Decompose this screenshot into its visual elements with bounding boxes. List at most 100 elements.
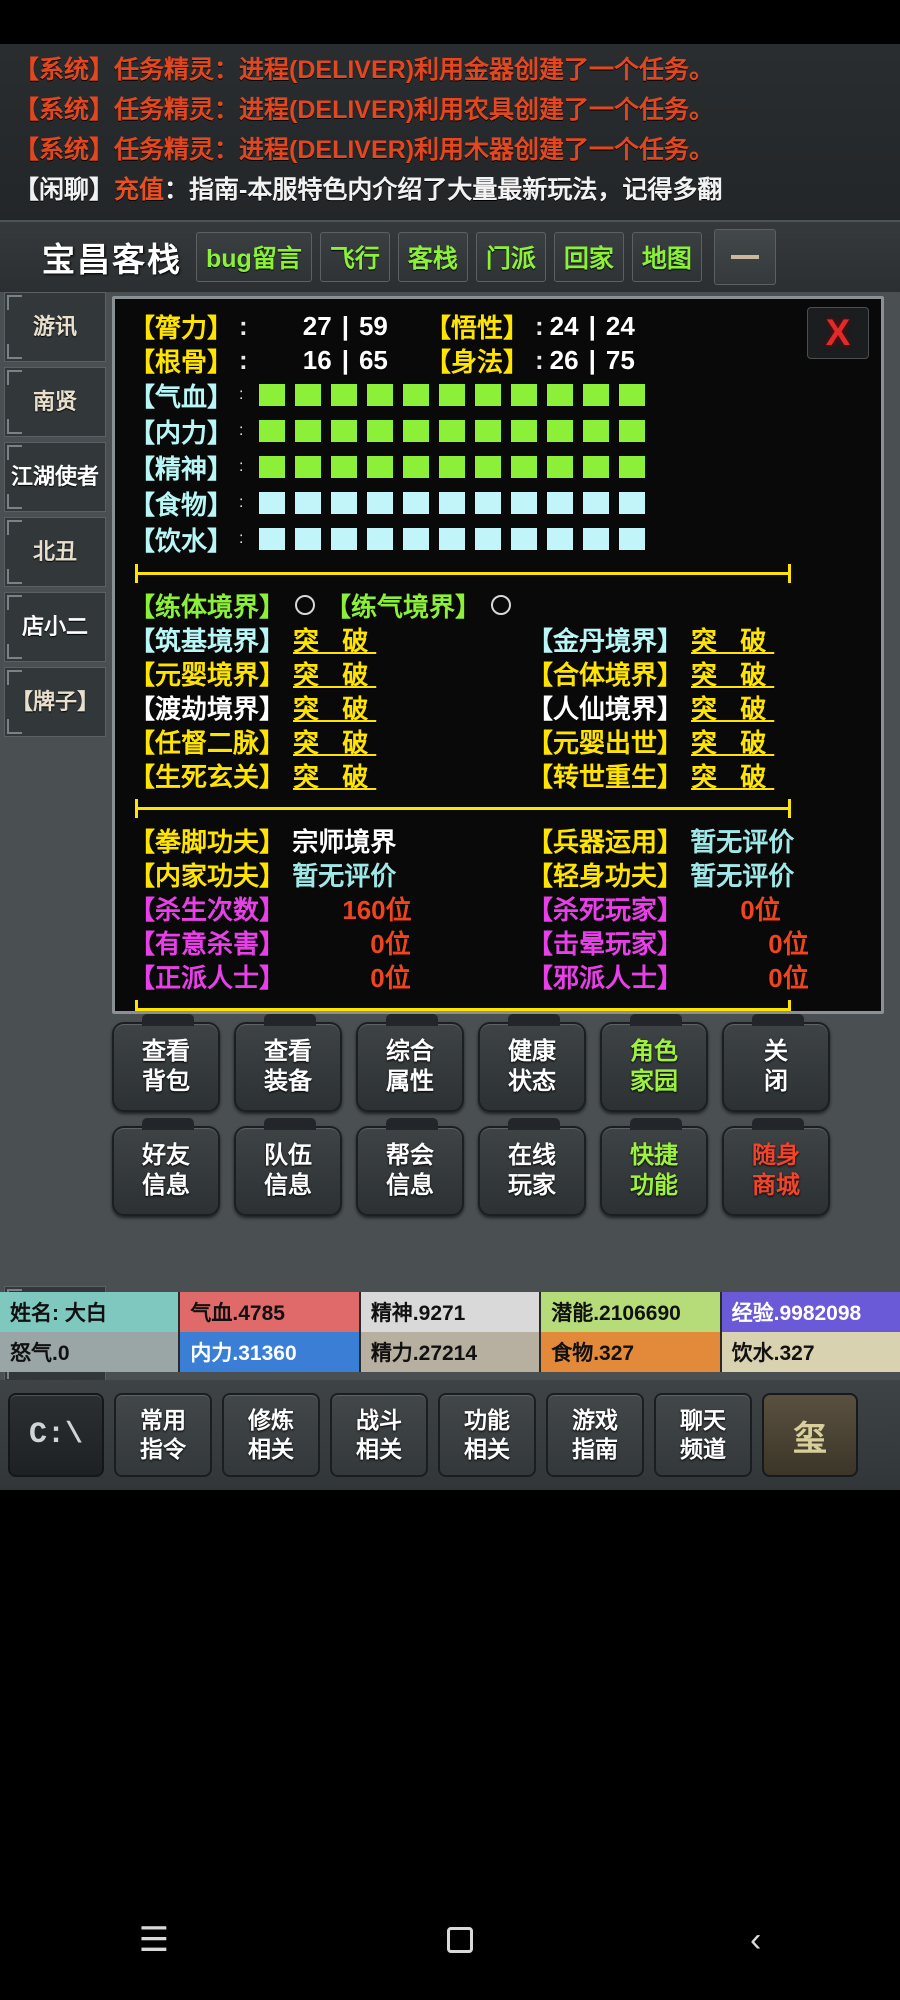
- button-health-status[interactable]: 健康 状态: [478, 1014, 586, 1112]
- sidebar-item-beichou[interactable]: 北丑: [4, 517, 106, 587]
- attr-label-strength: 【膂力】: [129, 312, 234, 343]
- breakthrough-button-renxian[interactable]: 突 破: [691, 694, 774, 724]
- nav-button-bug[interactable]: bug留言: [196, 232, 312, 282]
- menu-icon[interactable]: ☰: [139, 1923, 169, 1957]
- bar-block: [475, 492, 502, 514]
- sidebar-item-youxun[interactable]: 游讯: [4, 292, 106, 362]
- breakthrough-button-rendu[interactable]: 突 破: [293, 728, 376, 758]
- cmd-line2: 相关: [356, 1436, 402, 1462]
- attr-value-constitution-max: 65: [358, 344, 388, 375]
- kungfu-label-fist: 【拳脚功夫】: [129, 826, 286, 857]
- status-chip-hp[interactable]: 气血.4785: [180, 1292, 361, 1332]
- status-chip-spirit[interactable]: 精神.9271: [360, 1292, 542, 1332]
- cmd-button-functions[interactable]: 功能 相关: [438, 1393, 536, 1477]
- cmd-button-combat[interactable]: 战斗 相关: [330, 1393, 428, 1477]
- kungfu-label-internal: 【内家功夫】: [129, 860, 286, 891]
- chat-tag: 【系统】: [14, 56, 115, 84]
- minimize-button[interactable]: [713, 229, 776, 285]
- status-chip-exp[interactable]: 经验.9982098: [721, 1292, 900, 1332]
- bar-block: [295, 528, 322, 550]
- status-chip-anger[interactable]: 怒气.0: [0, 1332, 181, 1372]
- console-icon[interactable]: C:\: [8, 1393, 104, 1477]
- button-online-players[interactable]: 在线 玩家: [478, 1118, 586, 1216]
- chat-log[interactable]: 【系统】任务精灵：进程(DELIVER)利用金器创建了一个任务。 【系统】任务精…: [0, 44, 900, 220]
- button-portable-shop[interactable]: 随身 商城: [722, 1118, 830, 1216]
- bar-block: [547, 492, 574, 514]
- bar-row-food: 【食物】:: [129, 485, 881, 521]
- attr-value-wisdom-max: 24: [605, 310, 635, 341]
- game-logo-icon[interactable]: 玺: [762, 1393, 858, 1477]
- status-chip-food[interactable]: 食物.327: [541, 1332, 722, 1372]
- sidebar-item-sign[interactable]: 【牌子】: [4, 667, 106, 737]
- realm-label-lianti[interactable]: 【练体境界】: [129, 587, 285, 624]
- attribute-row: 【根骨】: 16 | 65 【身法】: 26 | 75: [129, 343, 881, 377]
- android-navbar: ☰ ‹: [0, 1880, 900, 2000]
- sidebar-item-shopkeeper[interactable]: 店小二: [4, 592, 106, 662]
- button-friend-info[interactable]: 好友 信息: [112, 1118, 220, 1216]
- bar-block: [439, 384, 466, 406]
- chat-text: 进程(DELIVER)利用农具创建了一个任务。: [239, 96, 715, 124]
- kungfu-value-weapon: 暂无评价: [690, 826, 795, 857]
- nav-button-sect[interactable]: 门派: [475, 232, 546, 282]
- bar-label-water: 【饮水】: [129, 525, 234, 556]
- status-chip-energy[interactable]: 精力.27214: [360, 1332, 542, 1372]
- attr-colon: :: [534, 310, 544, 341]
- breakthrough-button-yuanying[interactable]: 突 破: [293, 660, 376, 690]
- back-icon[interactable]: ‹: [750, 1923, 761, 1957]
- cmd-line1: 聊天: [680, 1407, 726, 1433]
- bar-block: [547, 384, 574, 406]
- bar-row-mp: 【内力】:: [129, 413, 881, 449]
- breakthrough-button-heti[interactable]: 突 破: [691, 660, 774, 690]
- sidebar-item-jianghu-envoy[interactable]: 江湖使者: [4, 442, 106, 512]
- bar-block: [331, 384, 358, 406]
- bar-block: [259, 492, 286, 514]
- button-view-backpack[interactable]: 查看 背包: [112, 1014, 220, 1112]
- attr-label-agility: 【身法】: [424, 346, 529, 377]
- character-panel: X 【膂力】: 27 | 59 【悟性】: 24 | 24 【根骨】: 16 |…: [112, 296, 884, 1014]
- kungfu-value-fist: 宗师境界: [292, 826, 397, 857]
- bar-blocks-spirit: [259, 456, 655, 478]
- bar-block: [259, 528, 286, 550]
- status-chip-mp[interactable]: 内力.31360: [180, 1332, 361, 1372]
- realm-label-lianqi[interactable]: 【练气境界】: [325, 587, 481, 624]
- status-chip-potential[interactable]: 潜能.2106690: [541, 1292, 722, 1332]
- bar-block: [295, 384, 322, 406]
- nav-button-home[interactable]: 回家: [553, 232, 624, 282]
- home-icon[interactable]: [446, 1927, 473, 1953]
- bar-label-spirit: 【精神】: [129, 453, 234, 484]
- sidebar-item-nanxian[interactable]: 南贤: [4, 367, 106, 437]
- status-chip-name[interactable]: 姓名: 大白: [0, 1292, 181, 1332]
- cmd-button-common[interactable]: 常用 指令: [114, 1393, 212, 1477]
- button-close[interactable]: 关闭: [722, 1014, 830, 1112]
- cmd-button-guide[interactable]: 游戏 指南: [546, 1393, 644, 1477]
- bar-block: [331, 528, 358, 550]
- nav-button-map[interactable]: 地图: [631, 232, 702, 282]
- breakthrough-button-dujie[interactable]: 突 破: [293, 694, 376, 724]
- breakthrough-button-yuanyingchushi[interactable]: 突 破: [691, 728, 774, 758]
- breakthrough-button-shengsi[interactable]: 突 破: [293, 762, 376, 792]
- button-character-home[interactable]: 角色 家园: [600, 1014, 708, 1112]
- breakthrough-button-zhuanshi[interactable]: 突 破: [691, 762, 774, 792]
- breakthrough-button-zhuji[interactable]: 突 破: [293, 626, 376, 656]
- button-quick-functions[interactable]: 快捷 功能: [600, 1118, 708, 1216]
- button-view-equipment[interactable]: 查看 装备: [234, 1014, 342, 1112]
- button-guild-info[interactable]: 帮会 信息: [356, 1118, 464, 1216]
- realm-label-rendu: 【任督二脉】: [129, 727, 286, 758]
- chat-line: 【系统】任务精灵：进程(DELIVER)利用农具创建了一个任务。: [14, 90, 900, 130]
- bar-block: [547, 528, 574, 550]
- close-button[interactable]: X: [807, 307, 869, 359]
- bar-label-hp: 【气血】: [129, 381, 234, 412]
- button-team-info[interactable]: 队伍 信息: [234, 1118, 342, 1216]
- bar-block: [403, 456, 430, 478]
- button-overall-attributes[interactable]: 综合 属性: [356, 1014, 464, 1112]
- cmd-button-chat-channel[interactable]: 聊天 频道: [654, 1393, 752, 1477]
- bar-block: [583, 420, 610, 442]
- breakthrough-button-jindan[interactable]: 突 破: [691, 626, 774, 656]
- cmd-button-cultivation[interactable]: 修炼 相关: [222, 1393, 320, 1477]
- status-chip-water[interactable]: 饮水.327: [721, 1332, 900, 1372]
- bar-block: [511, 492, 538, 514]
- chat-speaker: 充值: [114, 176, 165, 204]
- nav-button-inn[interactable]: 客栈: [397, 232, 468, 282]
- nav-button-fly[interactable]: 飞行: [319, 232, 390, 282]
